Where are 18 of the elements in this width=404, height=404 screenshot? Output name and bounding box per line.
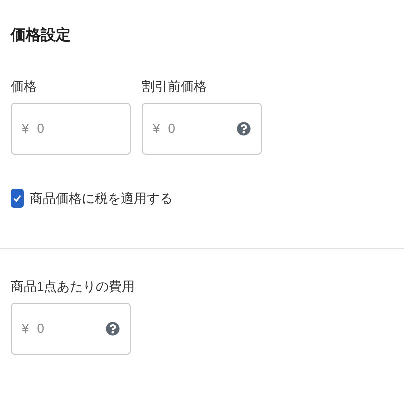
field-label: 商品1点あたりの費用	[11, 278, 131, 294]
price-field[interactable]: ¥ 0	[11, 302, 131, 354]
section-title: 価格設定	[10, 26, 72, 46]
help-icon[interactable]	[237, 122, 251, 136]
field-value: 0	[37, 120, 46, 138]
help-icon[interactable]	[106, 322, 120, 336]
currency-prefix: ¥	[153, 120, 160, 138]
checkmark-icon	[13, 194, 22, 204]
currency-prefix: ¥	[22, 120, 30, 138]
field-value: 0	[168, 120, 176, 138]
checkbox[interactable]	[11, 189, 24, 208]
field-label: 価格	[11, 79, 38, 95]
currency-prefix: ¥	[22, 320, 30, 338]
field-value: 0	[37, 320, 46, 338]
checkbox-label: 商品価格に税を適用する	[30, 190, 173, 208]
price-field[interactable]: ¥ 0	[142, 103, 262, 155]
field-label: 割引前価格	[142, 79, 208, 95]
price-field[interactable]: ¥ 0	[11, 103, 131, 155]
